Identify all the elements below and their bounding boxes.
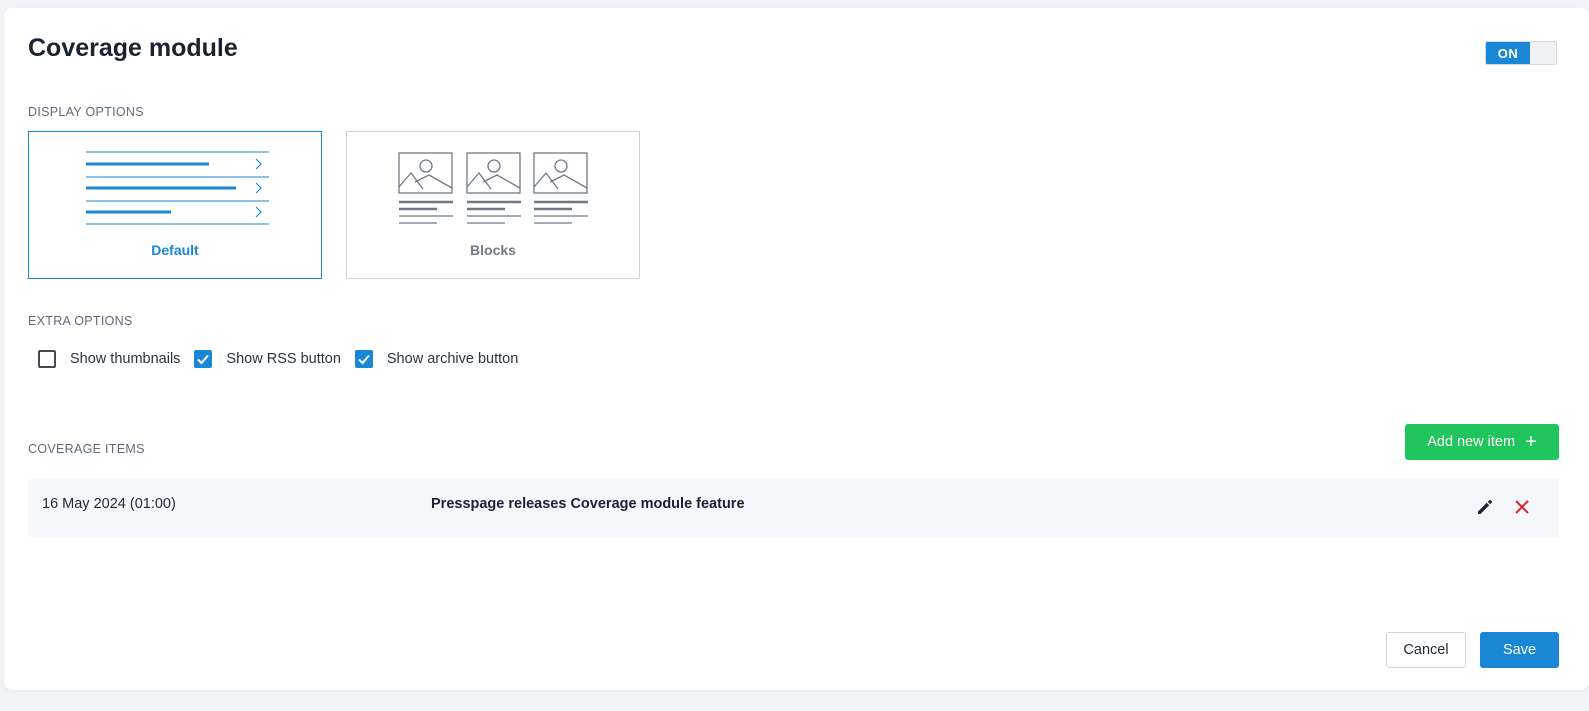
- coverage-module-panel: Coverage module ON DISPLAY OPTIONS Defau…: [4, 8, 1589, 690]
- show-archive-button-option[interactable]: Show archive button: [354, 350, 519, 368]
- show-archive-button-label: Show archive button: [386, 351, 519, 367]
- edit-pencil-icon[interactable]: [1474, 496, 1496, 518]
- add-new-item-button[interactable]: Add new item +: [1405, 424, 1559, 460]
- show-archive-button-checkbox[interactable]: [354, 350, 373, 368]
- show-rss-button-checkbox[interactable]: [194, 350, 213, 368]
- checkmark-icon: [197, 354, 210, 365]
- coverage-item-date: 16 May 2024 (01:00): [42, 496, 176, 512]
- plus-icon: +: [1525, 431, 1537, 453]
- module-toggle[interactable]: ON: [1485, 41, 1557, 65]
- table-row: 16 May 2024 (01:00) Presspage releases C…: [28, 479, 1559, 537]
- delete-x-icon[interactable]: [1511, 496, 1533, 518]
- page-title: Coverage module: [28, 34, 238, 62]
- save-button[interactable]: Save: [1480, 632, 1559, 668]
- checkmark-icon: [358, 354, 370, 365]
- display-option-blocks-label: Blocks: [470, 242, 516, 258]
- extra-options-label: EXTRA OPTIONS: [28, 314, 133, 328]
- coverage-item-title: Presspage releases Coverage module featu…: [431, 496, 745, 512]
- show-thumbnails-checkbox[interactable]: [38, 350, 56, 368]
- add-new-item-label: Add new item: [1427, 434, 1516, 450]
- display-options-label: DISPLAY OPTIONS: [28, 105, 144, 119]
- display-option-default[interactable]: Default: [28, 131, 322, 279]
- show-rss-button-option[interactable]: Show RSS button: [194, 350, 341, 368]
- show-thumbnails-label: Show thumbnails: [70, 351, 181, 367]
- extra-options-checkboxes: Show thumbnails Show RSS button Show arc…: [38, 350, 532, 368]
- show-rss-button-label: Show RSS button: [226, 351, 341, 367]
- toggle-off-side: [1530, 42, 1556, 64]
- display-option-blocks[interactable]: Blocks: [346, 131, 640, 279]
- toggle-on-label: ON: [1486, 42, 1530, 64]
- show-thumbnails-option[interactable]: Show thumbnails: [38, 350, 180, 368]
- cancel-button[interactable]: Cancel: [1386, 632, 1466, 668]
- display-option-default-label: Default: [151, 242, 199, 258]
- coverage-items-label: COVERAGE ITEMS: [28, 442, 145, 456]
